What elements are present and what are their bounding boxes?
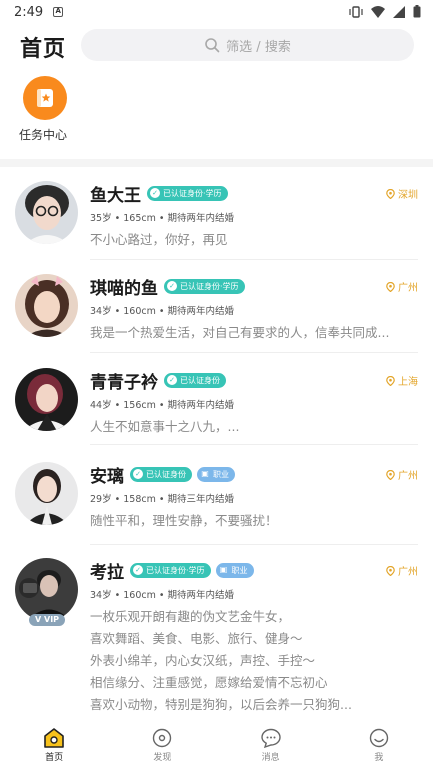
location: 广州 xyxy=(386,279,418,294)
avatar[interactable] xyxy=(15,462,78,525)
profile-meta: 44岁 • 156cm • 期待两年内结婚 xyxy=(90,400,234,411)
verified-badge: ✓ 已认证身份 xyxy=(164,372,226,388)
status-time: 2:49 xyxy=(14,4,44,20)
profile-name: 考拉 xyxy=(90,562,124,583)
location: 深圳 xyxy=(386,186,418,201)
location-pin-icon xyxy=(386,281,395,292)
profile-bio-line: 一枚乐观开朗有趣的伪文艺金牛女， xyxy=(90,609,291,624)
verified-badge: ✓ 已认证身份·学历 xyxy=(147,185,228,201)
briefcase-icon: ▣ xyxy=(219,565,228,574)
avatar[interactable] xyxy=(15,181,78,244)
home-icon xyxy=(44,728,64,748)
nav-messages-label: 消息 xyxy=(261,753,280,763)
location: 上海 xyxy=(386,373,418,388)
verified-badge: ✓ 已认证身份·学历 xyxy=(130,562,211,578)
check-icon: ✓ xyxy=(150,188,160,198)
profile-card[interactable]: 安璃 ✓ 已认证身份 ▣ 职业 广州 29岁 • 158cm • 期待三年内结婚 随… xyxy=(0,444,433,545)
bottom-nav: 首页 发现 消息 我 xyxy=(0,719,433,769)
discover-icon xyxy=(153,728,172,748)
task-center-label: 任务中心 xyxy=(18,128,67,142)
profile-bio-line: 喜欢小动物，特别是狗狗，以后会养一只狗狗... xyxy=(90,697,352,712)
verified-badge: ✓ 已认证身份·学历 xyxy=(164,278,245,294)
profile-meta: 29岁 • 158cm • 期待三年内结婚 xyxy=(90,494,234,505)
task-center-button[interactable]: 任务中心 xyxy=(17,76,73,143)
section-divider xyxy=(0,159,433,167)
message-icon xyxy=(260,728,281,748)
nav-home-label: 首页 xyxy=(45,753,64,763)
profile-card[interactable]: 鱼大王 ✓ 已认证身份·学历 深圳 35岁 • 165cm • 期待两年内结婚 不… xyxy=(0,167,433,260)
profile-name: 安璃 xyxy=(90,466,124,487)
profile-bio-line: 喜欢舞蹈、美食、电影、旅行、健身～ xyxy=(90,631,303,646)
vibrate-icon xyxy=(349,5,363,18)
profile-card[interactable]: 琪喵的鱼 ✓ 已认证身份·学历 广州 34岁 • 160cm • 期待两年内结婚 … xyxy=(0,260,433,353)
cell-signal-icon xyxy=(393,5,405,18)
nav-home[interactable]: 首页 xyxy=(0,719,108,769)
nav-me-label: 我 xyxy=(374,753,384,763)
wifi-icon xyxy=(371,5,385,18)
battery-icon xyxy=(413,5,421,18)
check-icon: ✓ xyxy=(167,375,177,385)
nav-messages[interactable]: 消息 xyxy=(217,719,325,769)
profile-meta: 34岁 • 160cm • 期待两年内结婚 xyxy=(90,590,234,601)
profile-meta: 35岁 • 165cm • 期待两年内结婚 xyxy=(90,213,234,224)
profile-bio: 人生不如意事十之八九，... xyxy=(90,419,240,434)
avatar[interactable] xyxy=(15,274,78,337)
profile-name: 青青子衿 xyxy=(90,372,158,393)
job-badge: ▣ 职业 xyxy=(197,466,235,482)
profile-meta: 34岁 • 160cm • 期待两年内结婚 xyxy=(90,306,234,317)
vip-icon: V xyxy=(35,615,42,624)
briefcase-icon: ▣ xyxy=(201,469,209,478)
check-icon: ✓ xyxy=(133,469,143,479)
avatar[interactable] xyxy=(15,368,78,431)
location: 广州 xyxy=(386,563,418,578)
header: 首页 筛选 / 搜索 xyxy=(0,24,433,68)
search-icon xyxy=(205,38,220,53)
profile-bio-line: 相信缘分、注重感觉，愿嫁给爱情不忘初心 xyxy=(90,675,328,690)
notification-icon: A xyxy=(53,7,64,17)
profile-icon xyxy=(369,728,389,748)
nav-discover[interactable]: 发现 xyxy=(108,719,216,769)
vip-badge: V VIP xyxy=(29,614,66,626)
check-icon: ✓ xyxy=(167,281,177,291)
status-icons xyxy=(349,5,421,18)
location-pin-icon xyxy=(386,469,395,480)
nav-discover-label: 发现 xyxy=(153,753,172,763)
search-input[interactable]: 筛选 / 搜索 xyxy=(81,29,414,61)
profile-card[interactable]: 青青子衿 ✓ 已认证身份 上海 44岁 • 156cm • 期待两年内结婚 人生不… xyxy=(0,352,433,445)
search-placeholder: 筛选 / 搜索 xyxy=(226,39,291,55)
page-title: 首页 xyxy=(20,37,67,62)
profile-card[interactable]: V VIP 考拉 ✓ 已认证身份·学历 ▣ 职业 广州 34岁 • 160cm • … xyxy=(0,544,433,719)
job-badge: ▣ 职业 xyxy=(215,562,254,578)
profile-bio: 随性平和，理性安静，不要骚扰！ xyxy=(90,513,278,528)
task-center-icon xyxy=(23,76,67,120)
profile-name: 鱼大王 xyxy=(90,185,141,206)
avatar[interactable] xyxy=(15,558,78,621)
location-pin-icon xyxy=(386,188,395,199)
nav-me[interactable]: 我 xyxy=(325,719,433,769)
verified-badge: ✓ 已认证身份 xyxy=(130,466,192,482)
profile-bio: 我是一个热爱生活，对自己有要求的人，信奉共同成... xyxy=(90,325,390,340)
location-pin-icon xyxy=(386,565,395,576)
profile-bio-line: 外表小绵羊，内心女汉纸，声控、手控～ xyxy=(90,653,316,668)
check-icon: ✓ xyxy=(133,565,143,575)
profile-name: 琪喵的鱼 xyxy=(90,278,158,299)
profile-bio: 不小心路过，你好，再见 xyxy=(90,232,228,247)
status-bar: 2:49 A xyxy=(0,0,433,24)
location-pin-icon xyxy=(386,375,395,386)
location: 广州 xyxy=(386,467,418,482)
